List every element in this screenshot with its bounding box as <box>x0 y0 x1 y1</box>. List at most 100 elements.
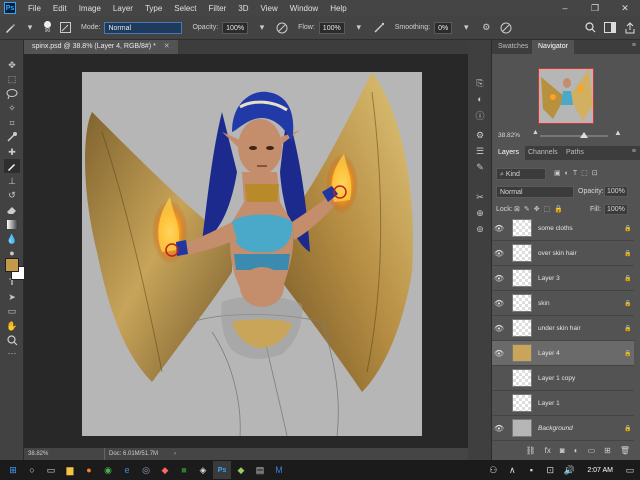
visibility-eye-icon[interactable]: 👁 <box>492 274 506 283</box>
more-tools-icon[interactable]: ··· <box>4 346 20 360</box>
menu-image[interactable]: Image <box>73 4 107 13</box>
adjustments-panel-icon[interactable]: ⚙ <box>472 128 488 142</box>
navigator-zoom[interactable]: 38.82% <box>498 132 520 139</box>
layer-row[interactable]: 👁 Layer 3 🔒 <box>492 266 634 291</box>
restore-button[interactable]: ❐ <box>580 3 610 14</box>
layer-name[interactable]: Background <box>538 425 624 432</box>
menu-help[interactable]: Help <box>324 4 352 13</box>
airbrush-icon[interactable] <box>372 21 386 35</box>
windows-start-icon[interactable]: ⊞ <box>4 461 22 479</box>
eyedropper-icon[interactable] <box>4 130 20 144</box>
slider-handle[interactable] <box>580 132 588 138</box>
gradient-icon[interactable] <box>4 217 20 231</box>
magic-wand-icon[interactable]: ✧ <box>4 101 20 115</box>
tab-navigator[interactable]: Navigator <box>532 40 574 54</box>
healing-icon[interactable]: ✚ <box>4 145 20 159</box>
edge-icon[interactable]: e <box>118 461 136 479</box>
layer-name[interactable]: Layer 4 <box>538 350 624 357</box>
color-panel-icon[interactable]: ◐ <box>472 92 488 106</box>
chevron-down-icon[interactable]: ▾ <box>352 21 366 35</box>
pressure-size-icon[interactable] <box>499 21 513 35</box>
layer-row[interactable]: 👁 skin 🔒 <box>492 291 634 316</box>
fx-icon[interactable]: fx <box>545 446 551 460</box>
layer-name[interactable]: Layer 1 copy <box>538 375 624 382</box>
layer-filter-select[interactable]: ⌕ Kind <box>496 168 546 180</box>
layer-name[interactable]: skin <box>538 300 624 307</box>
group-folder-icon[interactable]: ▭ <box>588 446 596 460</box>
network-icon[interactable]: ⊡ <box>541 461 559 479</box>
lasso-icon[interactable] <box>4 87 20 101</box>
brush-tool-icon[interactable] <box>3 21 17 35</box>
steam-icon[interactable]: ◎ <box>137 461 155 479</box>
foreground-color-swatch[interactable] <box>5 258 19 272</box>
layer-row[interactable]: 👁 Background 🔒 <box>492 416 634 441</box>
layer-row-selected[interactable]: 👁 Layer 4 🔒 <box>492 341 634 366</box>
tab-layers[interactable]: Layers <box>492 146 526 160</box>
app-icon[interactable]: ◆ <box>232 461 250 479</box>
app-icon[interactable]: ◆ <box>156 461 174 479</box>
document-tab[interactable]: spinx.psd @ 38.8% (Layer 4, RGB/8#) * ✕ <box>24 40 178 54</box>
photoshop-taskbar-icon[interactable]: Ps <box>213 461 231 479</box>
visibility-eye-icon[interactable]: 👁 <box>492 424 506 433</box>
eraser-icon[interactable] <box>4 203 20 217</box>
shape-icon[interactable]: ▭ <box>4 304 20 318</box>
chevron-down-icon[interactable]: ▾ <box>459 21 473 35</box>
clock-time[interactable]: 2:07 AM <box>587 467 613 474</box>
clone-stamp-icon[interactable]: ⊥ <box>4 174 20 188</box>
search-circle-icon[interactable]: ○ <box>23 461 41 479</box>
notifications-icon[interactable]: ▭ <box>621 461 639 479</box>
blend-mode-select[interactable]: Normal <box>496 186 574 198</box>
chevron-down-icon[interactable]: ▾ <box>23 21 37 35</box>
trash-icon[interactable]: 🗑 <box>620 446 630 460</box>
search-icon[interactable] <box>583 21 597 35</box>
photoshop-logo[interactable]: Ps <box>4 2 16 14</box>
excel-icon[interactable]: ■ <box>175 461 193 479</box>
link-layers-icon[interactable]: ⛓ <box>526 446 536 460</box>
minimize-button[interactable]: – <box>550 3 580 13</box>
app-tray-icon[interactable]: ▪ <box>522 461 540 479</box>
navigator-preview[interactable] <box>538 68 594 124</box>
layer-row[interactable]: 👁 over skin hair 🔒 <box>492 241 634 266</box>
zoom-in-icon[interactable]: ▲ <box>614 128 622 137</box>
explorer-icon[interactable]: ▆ <box>61 461 79 479</box>
chevron-right-icon[interactable]: › <box>174 448 176 460</box>
mode-select[interactable]: Normal <box>104 21 183 34</box>
opacity-input[interactable]: 100% <box>222 21 249 34</box>
history-brush-icon[interactable]: ↺ <box>4 188 20 202</box>
menu-file[interactable]: File <box>22 4 47 13</box>
visibility-eye-icon[interactable]: 👁 <box>492 249 506 258</box>
doc-size[interactable]: Doc: 6.01M/51.7M <box>104 448 158 460</box>
visibility-eye-icon[interactable]: 👁 <box>492 349 506 358</box>
panel-menu-icon[interactable]: ≡ <box>632 42 636 49</box>
layer-name[interactable]: some cloths <box>538 225 624 232</box>
chrome-icon[interactable]: ◉ <box>99 461 117 479</box>
visibility-eye-icon[interactable]: 👁 <box>492 224 506 233</box>
visibility-eye-icon[interactable]: 👁 <box>492 324 506 333</box>
layer-row[interactable]: 👁 under skin hair 🔒 <box>492 316 634 341</box>
layer-row[interactable]: Layer 1 copy <box>492 366 634 391</box>
brush-icon[interactable] <box>4 159 20 173</box>
layer-name[interactable]: Layer 3 <box>538 275 624 282</box>
brushes-panel-icon[interactable]: ✎ <box>472 160 488 174</box>
brush-preset-picker[interactable]: 90 <box>44 21 51 34</box>
move-icon[interactable]: ✥ <box>4 58 20 72</box>
hand-icon[interactable]: ✋ <box>4 319 20 333</box>
layer-row[interactable]: Layer 1 <box>492 391 634 416</box>
filter-icons[interactable]: ▣◐T⬚⊡ <box>554 169 602 177</box>
adjustment-layer-icon[interactable]: ◐ <box>574 446 579 460</box>
flow-input[interactable]: 100% <box>318 21 345 34</box>
paths-panel-icon[interactable]: ⊚ <box>472 222 488 236</box>
crop-icon[interactable]: ⌗ <box>4 116 20 130</box>
tool-presets-icon[interactable]: ✂ <box>472 190 488 204</box>
info-panel-icon[interactable]: ⓘ <box>472 108 488 122</box>
panel-menu-icon[interactable]: ≡ <box>632 148 636 155</box>
workspace-icon[interactable] <box>603 21 617 35</box>
menu-filter[interactable]: Filter <box>203 4 233 13</box>
app-icon[interactable]: ▤ <box>251 461 269 479</box>
share-icon[interactable] <box>623 21 637 35</box>
volume-icon[interactable]: 🔊 <box>560 461 578 479</box>
people-icon[interactable]: ⚇ <box>484 461 502 479</box>
mask-icon[interactable]: ◙ <box>560 446 565 460</box>
chevron-up-icon[interactable]: ∧ <box>503 461 521 479</box>
visibility-eye-icon[interactable]: 👁 <box>492 299 506 308</box>
